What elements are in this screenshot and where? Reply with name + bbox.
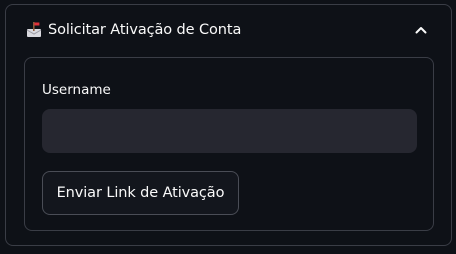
- activation-form: Username Enviar Link de Ativação: [24, 57, 434, 231]
- send-activation-link-button[interactable]: Enviar Link de Ativação: [42, 171, 239, 215]
- username-label: Username: [42, 82, 111, 98]
- expander-title: Solicitar Ativação de Conta: [48, 22, 242, 38]
- username-input[interactable]: [42, 109, 417, 153]
- expander-header[interactable]: Solicitar Ativação de Conta: [6, 5, 451, 55]
- chevron-up-icon[interactable]: [413, 22, 429, 38]
- mailbox-icon: [25, 21, 43, 39]
- activation-expander: Solicitar Ativação de Conta Username Env…: [5, 4, 452, 246]
